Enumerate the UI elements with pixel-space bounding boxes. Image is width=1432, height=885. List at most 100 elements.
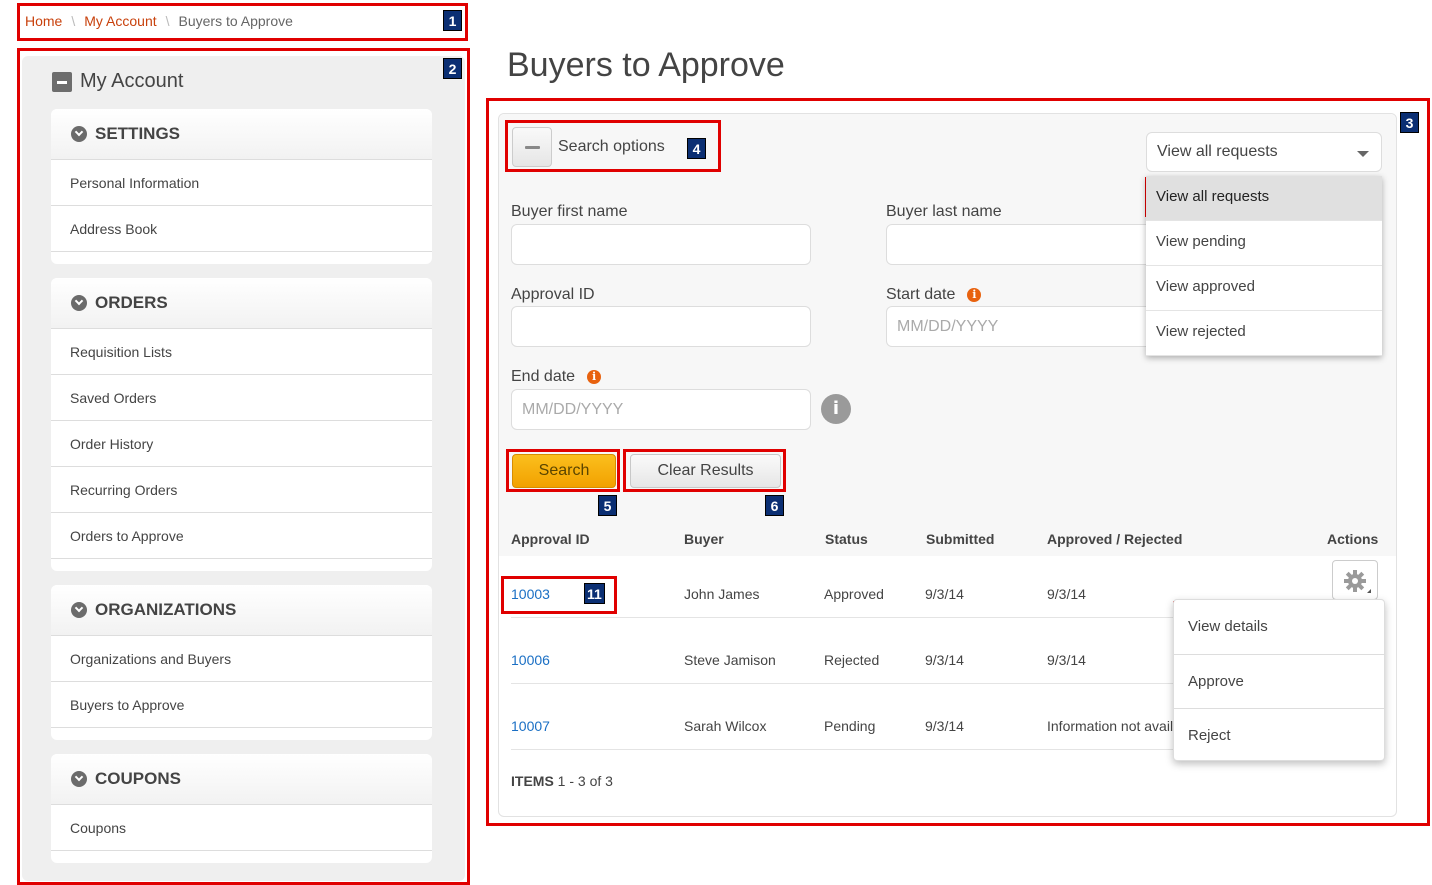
first-name-label-text: Buyer first name <box>511 203 628 220</box>
sidebar-item-coupons[interactable]: Coupons <box>51 805 432 851</box>
sidebar-title[interactable]: My Account <box>52 70 183 93</box>
status: Pending <box>824 718 876 734</box>
annotation-badge: 11 <box>584 583 605 604</box>
end-date-label-text: End date <box>511 368 576 385</box>
start-date-input[interactable] <box>886 306 1186 347</box>
menu-divider <box>1174 708 1384 709</box>
filter-option-pending[interactable]: View pending <box>1146 221 1382 266</box>
breadcrumb-home[interactable]: Home <box>25 13 62 29</box>
breadcrumb: Home \ My Account \ Buyers to Approve <box>25 13 293 29</box>
submitted-date: 9/3/14 <box>925 586 964 602</box>
annotation-badge: 1 <box>443 10 462 31</box>
start-date-label-text: Start date <box>886 286 956 303</box>
section-header-organizations[interactable]: ORGANIZATIONS <box>51 585 432 636</box>
section-header-settings[interactable]: SETTINGS <box>51 109 432 160</box>
chevron-down-icon <box>71 295 87 311</box>
sidebar-section-coupons: COUPONS Coupons <box>51 754 432 863</box>
status: Rejected <box>824 652 880 668</box>
info-warning-icon[interactable]: i <box>587 370 602 384</box>
status: Approved <box>824 586 884 602</box>
section-header-coupons[interactable]: COUPONS <box>51 754 432 805</box>
column-header-approved-rejected[interactable]: Approved / Rejected <box>1047 531 1182 547</box>
sidebar-item-saved-orders[interactable]: Saved Orders <box>51 375 432 421</box>
start-date-label: Start date i <box>886 286 982 304</box>
sidebar-section-orders: ORDERS Requisition Lists Saved Orders Or… <box>51 278 432 571</box>
sidebar-section-settings: SETTINGS Personal Information Address Bo… <box>51 109 432 264</box>
column-header-approval-id[interactable]: Approval ID <box>511 531 590 547</box>
approval-id-link[interactable]: 10003 <box>511 586 550 602</box>
sidebar-item-organizations-and-buyers[interactable]: Organizations and Buyers <box>51 636 432 682</box>
column-header-status[interactable]: Status <box>825 531 868 547</box>
info-icon[interactable]: i <box>821 394 851 424</box>
filter-option-all[interactable]: View all requests <box>1146 176 1382 221</box>
gear-icon <box>1344 570 1366 592</box>
approval-id-input[interactable] <box>511 306 811 347</box>
section-title: COUPONS <box>95 769 181 788</box>
page-title: Buyers to Approve <box>507 46 785 84</box>
sidebar-item-requisition-lists[interactable]: Requisition Lists <box>51 329 432 375</box>
section-footer <box>51 851 432 863</box>
collapse-icon[interactable] <box>52 71 72 92</box>
filter-option-rejected[interactable]: View rejected <box>1146 311 1382 356</box>
annotation-badge: 4 <box>687 138 706 159</box>
items-label: ITEMS <box>511 773 554 789</box>
menu-divider <box>1174 654 1384 655</box>
annotation-badge: 6 <box>765 495 784 516</box>
sidebar-section-organizations: ORGANIZATIONS Organizations and Buyers B… <box>51 585 432 740</box>
chevron-down-icon <box>1357 151 1369 157</box>
sidebar-item-recurring-orders[interactable]: Recurring Orders <box>51 467 432 513</box>
sidebar-item-personal-information[interactable]: Personal Information <box>51 160 432 206</box>
section-footer <box>51 252 432 264</box>
submitted-date: 9/3/14 <box>925 718 964 734</box>
section-header-orders[interactable]: ORDERS <box>51 278 432 329</box>
last-name-label-text: Buyer last name <box>886 203 1002 220</box>
sidebar-item-buyers-to-approve[interactable]: Buyers to Approve <box>51 682 432 728</box>
breadcrumb-separator: \ <box>71 13 76 29</box>
search-options-area: Search options Buyer first name Buyer la… <box>499 114 1396 519</box>
request-filter-select[interactable]: View all requests <box>1146 132 1382 172</box>
submitted-date: 9/3/14 <box>925 652 964 668</box>
last-name-label: Buyer last name <box>886 203 1002 221</box>
section-footer <box>51 728 432 740</box>
sidebar-item-address-book[interactable]: Address Book <box>51 206 432 252</box>
breadcrumb-current: Buyers to Approve <box>178 13 293 29</box>
end-date-input[interactable] <box>511 389 811 430</box>
column-header-actions: Actions <box>1327 531 1379 547</box>
end-date-label: End date i <box>511 368 602 386</box>
breadcrumb-my-account[interactable]: My Account <box>84 13 156 29</box>
sidebar-item-orders-to-approve[interactable]: Orders to Approve <box>51 513 432 559</box>
request-filter-value: View all requests <box>1157 143 1278 160</box>
search-options-toggle-button[interactable] <box>512 127 552 167</box>
breadcrumb-separator: \ <box>165 13 170 29</box>
action-approve[interactable]: Approve <box>1174 673 1384 690</box>
sidebar: My Account SETTINGS Personal Information… <box>22 56 465 881</box>
sidebar-title-label: My Account <box>80 70 184 92</box>
caret-icon <box>1367 589 1371 593</box>
clear-results-button[interactable]: Clear Results <box>630 454 781 488</box>
items-range: 1 - 3 of 3 <box>557 773 613 789</box>
annotation-badge: 3 <box>1400 112 1419 133</box>
approval-id-link[interactable]: 10006 <box>511 652 550 668</box>
first-name-input[interactable] <box>511 224 811 265</box>
action-reject[interactable]: Reject <box>1174 727 1384 744</box>
approval-id-link[interactable]: 10007 <box>511 718 550 734</box>
column-header-buyer[interactable]: Buyer <box>684 531 724 547</box>
search-options-label: Search options <box>558 138 665 155</box>
action-view-details[interactable]: View details <box>1174 618 1384 635</box>
approval-id-label: Approval ID <box>511 286 595 304</box>
request-filter-dropdown: View all requests View pending View appr… <box>1146 176 1382 356</box>
annotation-badge: 5 <box>598 495 617 516</box>
info-warning-icon[interactable]: i <box>967 288 982 302</box>
buyer-name: Sarah Wilcox <box>684 718 767 734</box>
actions-button[interactable] <box>1332 560 1378 600</box>
buyer-name: John James <box>684 586 760 602</box>
section-title: SETTINGS <box>95 124 181 143</box>
column-header-submitted[interactable]: Submitted <box>926 531 994 547</box>
decision-date: 9/3/14 <box>1047 586 1086 602</box>
chevron-down-icon <box>71 771 87 787</box>
filter-option-approved[interactable]: View approved <box>1146 266 1382 311</box>
last-name-input[interactable] <box>886 224 1186 265</box>
sidebar-item-order-history[interactable]: Order History <box>51 421 432 467</box>
search-button[interactable]: Search <box>512 454 616 488</box>
approval-id-label-text: Approval ID <box>511 286 595 303</box>
